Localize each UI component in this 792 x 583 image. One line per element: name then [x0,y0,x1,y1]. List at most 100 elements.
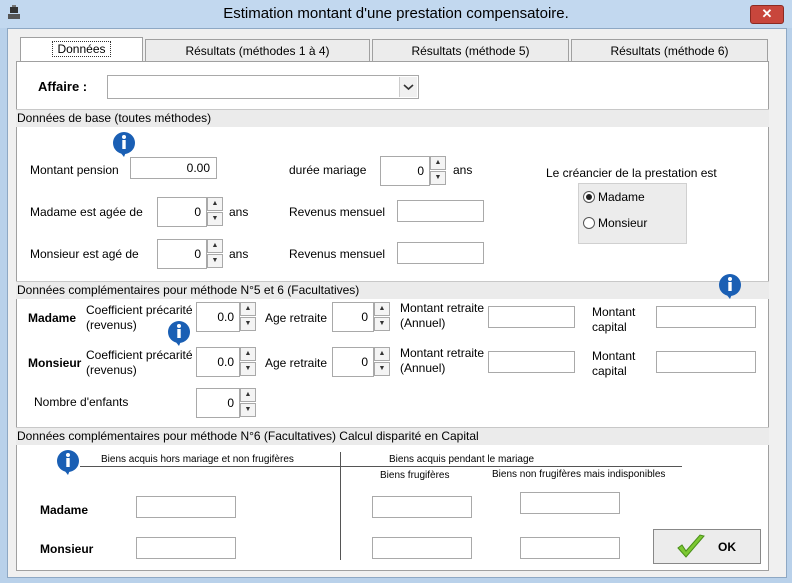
non-frugiferes-monsieur-field[interactable] [520,537,620,559]
coef-madame-value[interactable]: 0.0 [196,302,240,332]
spin-up-icon[interactable]: ▲ [430,156,446,170]
tab-label: Données [52,41,111,57]
age-retraite-monsieur-label: Age retraite [265,356,328,370]
montant-pension-field[interactable]: 0.00 [130,157,217,179]
spin-down-icon[interactable]: ▼ [240,403,256,417]
frugiferes-header: Biens frugifères [380,470,450,481]
header-divider [80,466,682,467]
coef-monsieur-label: Coefficient précarité [86,348,193,362]
spin-down-icon[interactable]: ▼ [207,212,223,226]
montant-retraite-monsieur-label: Montant retraite [400,346,485,360]
info-icon[interactable] [166,320,192,346]
spin-down-icon[interactable]: ▼ [240,317,256,331]
chevron-down-icon[interactable] [399,77,417,97]
info-icon[interactable] [111,131,137,157]
age-retraite-madame-label: Age retraite [265,311,328,325]
spin-up-icon[interactable]: ▲ [240,347,256,361]
ans-label: ans [229,205,249,219]
spin-up-icon[interactable]: ▲ [374,302,390,316]
ok-label: OK [718,540,736,554]
coef-madame-label-2: (revenus) [86,318,137,332]
non-frugiferes-madame-field[interactable] [520,492,620,514]
frugiferes-monsieur-field[interactable] [372,537,472,559]
revenus-madame-field[interactable] [397,200,484,222]
monsieur-age-value[interactable]: 0 [157,239,207,269]
madame-age-value[interactable]: 0 [157,197,207,227]
montant-capital-madame-label-2: capital [592,320,627,334]
column-divider [340,452,341,560]
affaire-select[interactable] [107,75,419,99]
affaire-label: Affaire : [38,79,88,94]
comp5-monsieur-label: Monsieur [28,356,82,370]
section-comp5: Données complémentaires pour méthode N°5… [16,281,769,299]
duree-mariage-label: durée mariage [289,163,367,177]
non-frugiferes-header: Biens non frugifères mais indisponibles [492,469,666,480]
pendant-mariage-header: Biens acquis pendant le mariage [389,454,535,465]
spin-down-icon[interactable]: ▼ [430,171,446,185]
coef-monsieur-label-2: (revenus) [86,363,137,377]
radio-madame-label[interactable]: Madame [598,190,645,204]
age-retraite-madame-stepper[interactable]: 0 ▲ ▼ [332,302,390,332]
tab-donnees[interactable]: Données [20,37,143,61]
section-comp6: Données complémentaires pour méthode N°6… [16,427,769,445]
frugiferes-madame-field[interactable] [372,496,472,518]
radio-madame[interactable] [583,191,595,203]
window-title: Estimation montant d'une prestation comp… [223,5,569,22]
tab-resultats-5[interactable]: Résultats (méthode 5) [372,39,569,62]
montant-capital-madame-field[interactable] [656,306,756,328]
madame-age-stepper[interactable]: 0 ▲ ▼ [157,197,223,227]
close-button[interactable]: ✕ [750,5,784,24]
nb-enfants-label: Nombre d'enfants [34,395,129,409]
age-retraite-monsieur-stepper[interactable]: 0 ▲ ▼ [332,347,390,377]
spin-up-icon[interactable]: ▲ [240,302,256,316]
montant-retraite-madame-field[interactable] [488,306,575,328]
ans-label: ans [229,247,249,261]
spin-down-icon[interactable]: ▼ [374,317,390,331]
ans-label: ans [453,163,473,177]
age-retraite-monsieur-value[interactable]: 0 [332,347,374,377]
duree-mariage-stepper[interactable]: 0 ▲ ▼ [380,156,446,186]
spin-up-icon[interactable]: ▲ [240,388,256,402]
montant-retraite-madame-label: Montant retraite [400,301,485,315]
hors-mariage-header: Biens acquis hors mariage et non frugifè… [101,454,294,465]
revenus-madame-label: Revenus mensuel [289,205,386,219]
montant-capital-monsieur-field[interactable] [656,351,756,373]
revenus-monsieur-field[interactable] [397,242,484,264]
info-icon[interactable] [55,449,81,475]
tab-resultats-6[interactable]: Résultats (méthode 6) [571,39,768,62]
spin-down-icon[interactable]: ▼ [374,362,390,376]
coef-monsieur-value[interactable]: 0.0 [196,347,240,377]
spin-up-icon[interactable]: ▲ [207,197,223,211]
spin-up-icon[interactable]: ▲ [374,347,390,361]
montant-capital-monsieur-label-2: capital [592,364,627,378]
spin-down-icon[interactable]: ▼ [207,254,223,268]
info-icon[interactable] [717,273,743,299]
coef-madame-stepper[interactable]: 0.0 ▲ ▼ [196,302,256,332]
monsieur-age-stepper[interactable]: 0 ▲ ▼ [157,239,223,269]
hors-mariage-madame-field[interactable] [136,496,236,518]
nb-enfants-stepper[interactable]: 0 ▲ ▼ [196,388,256,418]
nb-enfants-value[interactable]: 0 [196,388,240,418]
montant-retraite-monsieur-field[interactable] [488,351,575,373]
comp6-madame-label: Madame [40,503,89,517]
ok-button[interactable]: OK [653,529,761,564]
montant-capital-monsieur-label: Montant [592,349,636,363]
title-bar: Estimation montant d'une prestation comp… [0,0,792,28]
section-base: Données de base (toutes méthodes) [16,109,769,127]
spin-up-icon[interactable]: ▲ [207,239,223,253]
monsieur-age-label: Monsieur est agé de [30,247,139,261]
radio-monsieur-label[interactable]: Monsieur [598,216,647,230]
coef-monsieur-stepper[interactable]: 0.0 ▲ ▼ [196,347,256,377]
revenus-monsieur-label: Revenus mensuel [289,247,386,261]
age-retraite-madame-value[interactable]: 0 [332,302,374,332]
radio-monsieur[interactable] [583,217,595,229]
montant-retraite-monsieur-label-2: (Annuel) [400,361,446,375]
spin-down-icon[interactable]: ▼ [240,362,256,376]
duree-mariage-value[interactable]: 0 [380,156,430,186]
creancier-label: Le créancier de la prestation est [546,166,717,180]
tab-resultats-1-4[interactable]: Résultats (méthodes 1 à 4) [145,39,370,62]
section-comp5-title: Données complémentaires pour méthode N°5… [17,283,360,297]
madame-age-label: Madame est agée de [30,205,143,219]
hors-mariage-monsieur-field[interactable] [136,537,236,559]
coef-madame-label: Coefficient précarité [86,303,193,317]
